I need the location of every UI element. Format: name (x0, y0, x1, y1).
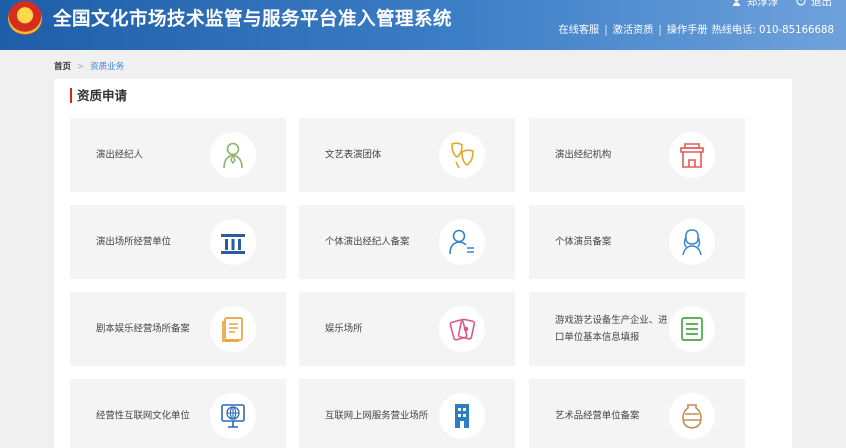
qualification-card[interactable]: 艺术品经营单位备案 (529, 379, 745, 448)
globe-computer-icon (210, 393, 256, 439)
user-name-link[interactable]: 郑淳淳 (732, 0, 778, 9)
card-label: 个体演出经纪人备案 (325, 236, 410, 248)
qualification-card[interactable]: 演出经纪机构 (529, 118, 745, 192)
game-cards-icon (439, 306, 485, 352)
breadcrumb: 首页 > 资质业务 (54, 62, 125, 72)
qualification-card[interactable]: 游戏游艺设备生产企业、进口单位基本信息填报 (529, 292, 745, 366)
person-list-icon (439, 219, 485, 265)
national-emblem-icon (8, 1, 42, 35)
card-label: 个体演员备案 (555, 236, 612, 248)
qualification-card[interactable]: 互联网上网服务营业场所 (299, 379, 515, 448)
person-icon (210, 132, 256, 178)
logout-icon (796, 0, 806, 6)
manual-link[interactable]: 操作手册 (667, 25, 708, 36)
card-label: 演出场所经营单位 (96, 236, 172, 248)
user-name: 郑淳淳 (746, 0, 779, 8)
user-area: 郑淳淳 退出 (718, 0, 832, 9)
book-icon (210, 306, 256, 352)
system-title: 全国文化市场技术监管与服务平台准入管理系统 (53, 9, 453, 30)
logout-link[interactable]: 退出 (796, 0, 832, 9)
card-label: 娱乐场所 (325, 323, 363, 335)
card-label: 文艺表演团体 (325, 149, 382, 161)
qualification-card[interactable]: 个体演出经纪人备案 (299, 205, 515, 279)
card-label: 剧本娱乐经营场所备案 (96, 323, 190, 335)
card-label: 游戏游艺设备生产企业、进口单位基本信息填报 (555, 315, 668, 343)
activate-qualification-link[interactable]: 激活资质 (613, 25, 654, 36)
qualification-card[interactable]: 演出经纪人 (70, 118, 286, 192)
breadcrumb-current: 资质业务 (90, 62, 125, 72)
building-gate-icon (669, 132, 715, 178)
qualification-card[interactable]: 剧本娱乐经营场所备案 (70, 292, 286, 366)
breadcrumb-home[interactable]: 首页 (54, 62, 71, 72)
qualification-card[interactable]: 文艺表演团体 (299, 118, 515, 192)
online-service-link[interactable]: 在线客服 (558, 25, 599, 36)
qualification-card[interactable]: 个体演员备案 (529, 205, 745, 279)
performer-icon (669, 219, 715, 265)
card-label: 演出经纪机构 (555, 149, 612, 161)
hotline-text: 热线电话: 010-85166688 (711, 25, 834, 36)
office-building-icon (439, 393, 485, 439)
qualification-panel: 资质申请 演出经纪人 文艺表演团体 演出经纪机构演出场所经营单位 个体演出经纪人备案 个… (54, 79, 792, 448)
top-links: 在线客服 | 激活资质 | 操作手册 热线电话: 010-85166688 (558, 25, 834, 36)
qualification-card[interactable]: 经营性互联网文化单位 (70, 379, 286, 448)
card-label: 演出经纪人 (96, 149, 143, 161)
card-label: 经营性互联网文化单位 (96, 410, 190, 422)
section-title: 资质申请 (70, 88, 127, 103)
drama-masks-icon (439, 132, 485, 178)
vase-icon (669, 393, 715, 439)
user-icon (733, 0, 741, 6)
qualification-card[interactable]: 娱乐场所 (299, 292, 515, 366)
venue-icon (210, 219, 256, 265)
qualification-card[interactable]: 演出场所经营单位 (70, 205, 286, 279)
card-label: 互联网上网服务营业场所 (325, 410, 429, 422)
list-board-icon (669, 306, 715, 352)
top-header: 全国文化市场技术监管与服务平台准入管理系统 郑淳淳 退出 在线客服 | 激活资质 | 操… (0, 0, 846, 50)
card-label: 艺术品经营单位备案 (555, 410, 640, 422)
